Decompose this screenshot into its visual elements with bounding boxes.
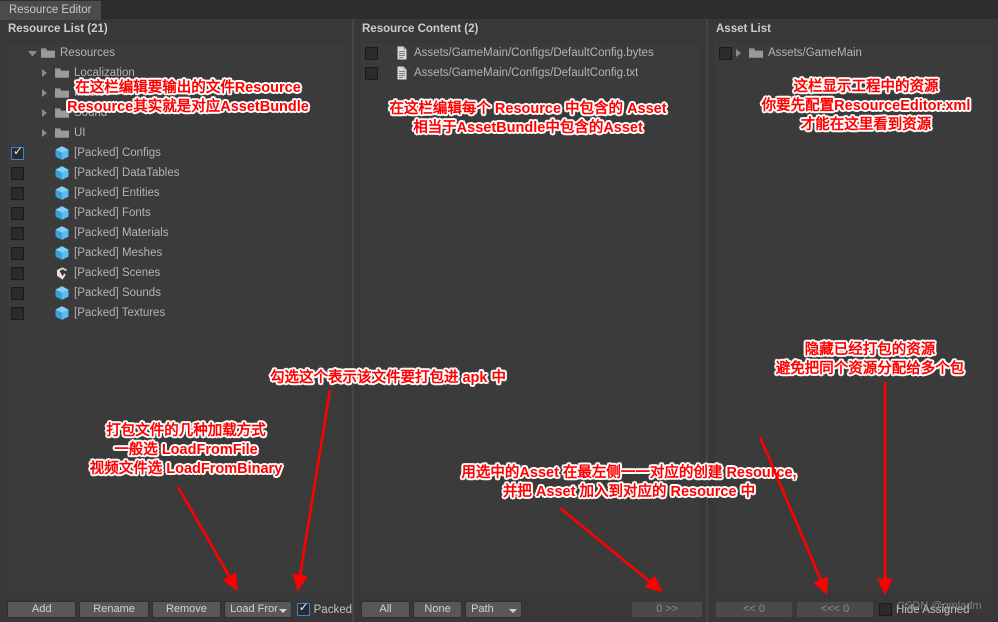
expand-arrow-icon[interactable]: [736, 49, 745, 57]
resource-list-body[interactable]: ResourcesLocalizationMusicSoundUI[Packed…: [7, 43, 345, 593]
package-cube-icon: [54, 185, 70, 201]
packed-toggle[interactable]: Packed: [296, 601, 352, 616]
row-checkbox[interactable]: [365, 66, 378, 80]
resource-list-row[interactable]: [Packed] Materials: [7, 223, 345, 243]
expand-arrow-icon[interactable]: [42, 69, 51, 77]
resource-list-toolbar: Add Rename Remove Load Fror Packed: [0, 597, 352, 622]
resource-list-header: Resource List (21): [8, 23, 108, 35]
row-checkbox[interactable]: [11, 186, 24, 200]
resource-list-row[interactable]: [Packed] Sounds: [7, 283, 345, 303]
window-tab-strip: Resource Editor: [0, 0, 998, 20]
select-all-button[interactable]: All: [361, 601, 411, 618]
csdn-watermark: CSDN @gmladm: [897, 600, 982, 612]
resource-content-toolbar: All None Path 0 >>: [354, 597, 706, 622]
row-label: Assets/GameMain/Configs/DefaultConfig.tx…: [414, 67, 639, 79]
anno-packed-checkbox: 勾选这个表示该文件要打包进 apk 中: [269, 370, 507, 386]
row-label: Localization: [74, 67, 135, 79]
move-assets-left-button[interactable]: << 0: [715, 601, 793, 618]
text-file-icon: [394, 65, 410, 81]
text-file-icon: [394, 45, 410, 61]
package-cube-icon: [54, 165, 70, 181]
row-label: [Packed] Textures: [74, 307, 166, 319]
row-checkbox[interactable]: [11, 286, 24, 300]
folder-icon: [54, 125, 70, 141]
package-cube-icon: [54, 225, 70, 241]
row-label: [Packed] Materials: [74, 227, 169, 239]
package-cube-icon: [54, 285, 70, 301]
package-cube-icon: [54, 245, 70, 261]
row-label: Assets/GameMain/Configs/DefaultConfig.by…: [414, 47, 654, 59]
create-resource-from-asset-button[interactable]: <<< 0: [796, 601, 874, 618]
resource-list-row[interactable]: Resources: [7, 43, 345, 63]
row-label: [Packed] Configs: [74, 147, 161, 159]
row-label: [Packed] Entities: [74, 187, 160, 199]
row-label: [Packed] Fonts: [74, 207, 151, 219]
select-none-button[interactable]: None: [413, 601, 463, 618]
path-mode-dropdown[interactable]: Path: [465, 601, 523, 618]
packed-checkbox[interactable]: [296, 601, 310, 616]
anno-hide-assigned: 隐藏已经打包的资源 避免把同个资源分配给多个包: [775, 342, 965, 377]
package-cube-icon: [54, 305, 70, 321]
resource-editor-window: Resource Editor Resource List (21) Resou…: [0, 0, 998, 622]
move-assets-right-button[interactable]: 0 >>: [631, 601, 704, 618]
hide-assigned-checkbox[interactable]: [879, 603, 892, 616]
row-label: Resources: [60, 47, 115, 59]
row-label: UI: [74, 127, 86, 139]
packed-label: Packed: [313, 603, 352, 616]
resource-content-row[interactable]: Assets/GameMain/Configs/DefaultConfig.by…: [361, 43, 699, 63]
package-cube-icon: [54, 145, 70, 161]
row-checkbox[interactable]: [11, 266, 24, 280]
remove-button[interactable]: Remove: [151, 601, 222, 618]
row-label: Assets/GameMain: [768, 47, 862, 59]
folder-icon: [748, 45, 764, 61]
row-checkbox[interactable]: [11, 206, 24, 220]
row-label: [Packed] Scenes: [74, 267, 161, 279]
rename-button[interactable]: Rename: [79, 601, 149, 618]
row-checkbox[interactable]: [11, 145, 24, 160]
anno-move-asset: 用选中的Asset 在最左侧一一对应的创建 Resource, 并把 Asset…: [461, 465, 797, 500]
resource-list-row[interactable]: UI: [7, 123, 345, 143]
row-label: [Packed] DataTables: [74, 167, 180, 179]
resource-list-row[interactable]: [Packed] Configs: [7, 143, 345, 163]
row-label: [Packed] Meshes: [74, 247, 163, 259]
row-checkbox[interactable]: [719, 46, 732, 60]
row-checkbox[interactable]: [11, 166, 24, 180]
resource-list-row[interactable]: [Packed] Meshes: [7, 243, 345, 263]
resource-list-row[interactable]: [Packed] Scenes: [7, 263, 345, 283]
row-checkbox[interactable]: [11, 306, 24, 320]
resource-list-row[interactable]: [Packed] Fonts: [7, 203, 345, 223]
anno-load-mode: 打包文件的几种加载方式 一般选 LoadFromFile 视频文件选 LoadF…: [89, 423, 283, 477]
expand-arrow-icon[interactable]: [28, 50, 37, 56]
tab-resource-editor[interactable]: Resource Editor: [0, 1, 103, 20]
resource-content-row[interactable]: Assets/GameMain/Configs/DefaultConfig.tx…: [361, 63, 699, 83]
row-checkbox[interactable]: [365, 46, 378, 60]
resource-list-row[interactable]: [Packed] Entities: [7, 183, 345, 203]
add-button[interactable]: Add: [7, 601, 77, 618]
anno-resource-content: 在这栏编辑每个 Resource 中包含的 Asset 相当于AssetBund…: [389, 101, 667, 136]
resource-list-row[interactable]: [Packed] DataTables: [7, 163, 345, 183]
package-cube-icon: [54, 205, 70, 221]
unity-scene-icon: [54, 265, 70, 281]
resource-list-row[interactable]: [Packed] Textures: [7, 303, 345, 323]
row-label: [Packed] Sounds: [74, 287, 161, 299]
load-mode-dropdown[interactable]: Load Fror: [224, 601, 292, 618]
asset-list-row[interactable]: Assets/GameMain: [715, 43, 991, 63]
row-checkbox[interactable]: [11, 226, 24, 240]
asset-list-header: Asset List: [716, 23, 771, 35]
folder-icon: [40, 45, 56, 61]
resource-content-header: Resource Content (2): [362, 23, 479, 35]
row-checkbox[interactable]: [11, 246, 24, 260]
anno-resource-list: 在这栏编辑要输出的文件Resource Resource其实就是对应AssetB…: [67, 80, 309, 115]
anno-asset-list: 这栏显示工程中的资源 你要先配置ResourceEditor.xml 才能在这里…: [761, 79, 971, 133]
expand-arrow-icon[interactable]: [42, 129, 51, 137]
